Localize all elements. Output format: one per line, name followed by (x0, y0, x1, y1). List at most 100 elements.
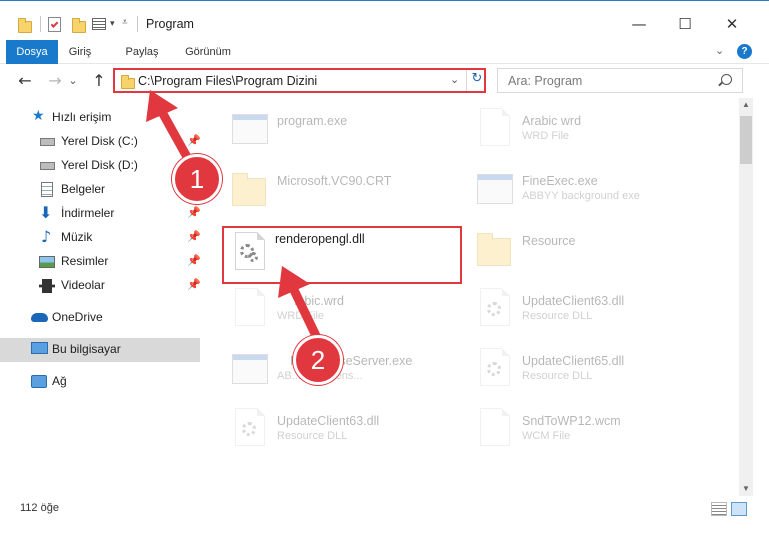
sidebar-item-local-disk-c[interactable]: Yerel Disk (C:) 📌 (0, 130, 201, 154)
file-item[interactable]: Microsoft.VC90.CRT (230, 164, 470, 220)
dll-icon (475, 286, 515, 334)
pin-icon[interactable]: 📌 (187, 254, 201, 267)
sidebar-item-onedrive[interactable]: OneDrive (0, 306, 200, 330)
documents-icon (41, 182, 53, 197)
sidebar-item-label: OneDrive (52, 310, 103, 324)
file-item[interactable]: Arabic wrd WRD File (475, 104, 715, 160)
file-name: Resource (522, 234, 576, 248)
pin-icon[interactable]: 📌 (187, 206, 201, 219)
address-path[interactable]: C:\Program Files\Program Dizini (138, 74, 317, 88)
pin-icon[interactable]: 📌 (187, 278, 201, 291)
sidebar-item-network[interactable]: Ağ (0, 370, 200, 394)
minimize-button[interactable]: — (625, 11, 653, 37)
file-name: Microsoft.VC90.CRT (277, 174, 392, 188)
large-icons-view-icon[interactable] (731, 502, 747, 516)
up-button[interactable]: ↑ (89, 70, 109, 92)
ribbon-expand-icon[interactable]: ⌄ (715, 44, 724, 57)
close-button[interactable]: ✕ (718, 11, 746, 37)
scroll-up-icon[interactable]: ▲ (739, 98, 753, 112)
sidebar-item-label: Belgeler (61, 182, 106, 196)
separator (137, 16, 138, 32)
file-item[interactable]: UpdateClient65.dll Resource DLL (475, 344, 715, 400)
maximize-button[interactable]: ☐ (671, 11, 699, 37)
file-name: program.exe (277, 114, 348, 128)
help-icon[interactable]: ? (737, 44, 752, 59)
file-type: WRD File (522, 130, 570, 142)
step-1-badge: 1 (172, 154, 222, 204)
search-input[interactable]: Ara: Program (508, 74, 582, 88)
file-name: UpdateClient63.dll (522, 294, 625, 308)
properties-icon[interactable] (48, 17, 61, 32)
sidebar-item-music[interactable]: ♪ Müzik 📌 (0, 226, 201, 250)
search-icon[interactable] (721, 74, 732, 85)
sidebar-item-videos[interactable]: Videolar 📌 (0, 274, 201, 298)
tab-gorunum[interactable]: Görünüm (178, 40, 238, 64)
file-item[interactable]: UpdateClient63.dll Resource DLL (230, 404, 470, 460)
status-bar: 112 öğe (0, 498, 769, 522)
navigation-pane: ★ Hızlı erişim Yerel Disk (C:) 📌 Yerel D… (0, 98, 205, 498)
folder-icon (475, 226, 515, 274)
file-type: ABBYY background exe (522, 190, 640, 202)
folder-icon (18, 18, 32, 33)
file-item[interactable]: FineExec.exe ABBYY background exe (475, 164, 715, 220)
new-folder-icon[interactable] (72, 18, 86, 33)
file-type: Resource DLL (522, 310, 593, 322)
sidebar-item-pictures[interactable]: Resimler 📌 (0, 250, 201, 274)
forward-button[interactable]: → (45, 70, 65, 92)
sidebar-item-quick-access[interactable]: ★ Hızlı erişim (0, 106, 200, 130)
sidebar-item-label: Resimler (61, 254, 109, 268)
customize-toolbar-icon[interactable]: ⩡ (122, 17, 128, 28)
file-item[interactable]: Resource (475, 224, 715, 280)
dll-icon (230, 406, 270, 454)
exe-icon (475, 166, 515, 214)
tab-paylas[interactable]: Paylaş (118, 40, 166, 64)
file-name: SndToWP12.wcm (522, 414, 621, 428)
quick-access-dropdown-icon[interactable]: ▾ (110, 18, 115, 29)
sidebar-item-documents[interactable]: Belgeler 📌 (0, 178, 201, 202)
document-icon (475, 106, 515, 154)
file-item[interactable]: program.exe (230, 104, 470, 160)
sidebar-item-downloads[interactable]: ⬇ İndirmeler 📌 (0, 202, 201, 226)
file-type: WCM File (522, 430, 571, 442)
scroll-thumb[interactable] (740, 116, 752, 164)
sidebar-item-label: İndirmeler (61, 206, 115, 220)
file-item[interactable]: N...LicenseServer.exe AB...soft Licens..… (230, 344, 470, 400)
file-name: UpdateClient63.dll (277, 414, 380, 428)
ribbon-tabs: Dosya Giriş Paylaş Görünüm ⌄ (0, 40, 769, 96)
refresh-icon[interactable]: ↻ (469, 71, 485, 86)
sidebar-item-label: Bu bilgisayar (52, 342, 121, 356)
title-bar: ▾ ⩡ Program — ☐ ✕ (0, 0, 769, 40)
view-options-icon[interactable] (92, 18, 106, 30)
file-type: WRD File (277, 310, 325, 322)
separator (466, 70, 467, 91)
file-item[interactable]: SndToWP12.wcm WCM File (475, 404, 715, 460)
network-icon (31, 375, 47, 388)
pin-icon[interactable]: 📌 (187, 230, 201, 243)
tab-giris[interactable]: Giriş (60, 40, 100, 64)
file-name: UpdateClient65.dll (522, 354, 625, 368)
exe-icon (230, 346, 270, 394)
sidebar-item-this-pc[interactable]: Bu bilgisayar (0, 338, 200, 362)
dll-icon (475, 346, 515, 394)
address-bar[interactable]: C:\Program Files\Program Dizini ⌄ ↻ (113, 68, 486, 93)
back-button[interactable]: ← (15, 70, 35, 92)
file-item[interactable]: UpdateClient63.dll Resource DLL (475, 284, 715, 340)
cloud-icon (31, 313, 48, 322)
sidebar-item-label: Videolar (61, 278, 105, 292)
file-item[interactable]: ...bic.wrd WRD File (230, 284, 470, 340)
videos-icon (39, 279, 55, 293)
sidebar-item-local-disk-d[interactable]: Yerel Disk (D:) (0, 154, 200, 178)
exe-icon (230, 106, 270, 154)
file-list: program.exe Microsoft.VC90.CRT renderope… (205, 98, 739, 496)
pin-icon[interactable]: 📌 (187, 134, 201, 147)
sidebar-item-label: Hızlı erişim (52, 110, 112, 124)
recent-locations-button[interactable]: ⌄ (67, 70, 79, 92)
address-dropdown-icon[interactable]: ⌄ (450, 73, 459, 86)
details-view-icon[interactable] (711, 502, 727, 516)
scroll-down-icon[interactable]: ▼ (739, 482, 753, 496)
file-name: FineExec.exe (522, 174, 598, 188)
vertical-scrollbar[interactable]: ▲ ▼ (739, 98, 753, 496)
sidebar-item-label: Ağ (52, 374, 67, 388)
search-box[interactable]: Ara: Program (497, 68, 743, 93)
bottom-strip (0, 522, 769, 534)
